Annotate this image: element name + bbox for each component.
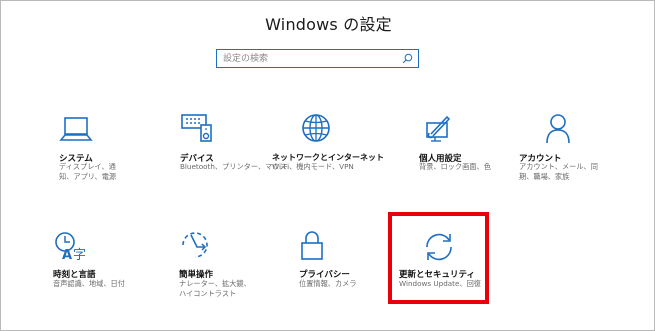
settings-window: Windows の設定 システム ディスプレイ、通知、アプリ、電源 デバイス B… [0, 0, 655, 331]
settings-item-network[interactable]: ネットワークとインターネット Wi-Fi、機内モード、VPN [272, 113, 412, 193]
page-title: Windows の設定 [265, 15, 392, 34]
search-input[interactable] [223, 52, 393, 65]
search-icon[interactable] [402, 53, 413, 64]
devices-icon [181, 114, 212, 142]
svg-text:A: A [62, 248, 72, 263]
settings-item-time-language[interactable]: A 字 時刻と言語 音声認識、地域、日付 [53, 231, 163, 311]
settings-item-ease-of-access[interactable]: 簡単操作 ナレーター、拡大鏡、ハイコントラスト [179, 231, 289, 311]
settings-item-accounts[interactable]: アカウント アカウント、メール、同期、職場、家族 [519, 113, 655, 193]
person-icon [546, 114, 570, 144]
settings-item-system[interactable]: システム ディスプレイ、通知、アプリ、電源 [59, 113, 169, 193]
settings-item-desc: 背景、ロック画面、色 [419, 162, 491, 171]
laptop-icon [59, 117, 93, 141]
paint-icon [426, 115, 451, 142]
settings-item-desc: ディスプレイ、通知、アプリ、電源 [59, 162, 117, 181]
globe-icon [302, 114, 330, 142]
settings-item-personalization[interactable]: 個人用設定 背景、ロック画面、色 [419, 113, 529, 193]
settings-item-desc: 音声認識、地域、日付 [53, 279, 125, 288]
settings-item-desc: アカウント、メール、同期、職場、家族 [519, 162, 598, 181]
highlight-box [388, 212, 489, 304]
lock-icon [301, 231, 323, 260]
search-box[interactable] [216, 49, 419, 68]
svg-text:字: 字 [73, 248, 86, 263]
settings-item-desc: Wi-Fi、機内モード、VPN [272, 162, 354, 171]
ease-of-access-icon [182, 232, 208, 258]
settings-item-desc: ナレーター、拡大鏡、ハイコントラスト [179, 279, 251, 298]
time-language-icon: A 字 [55, 232, 86, 263]
